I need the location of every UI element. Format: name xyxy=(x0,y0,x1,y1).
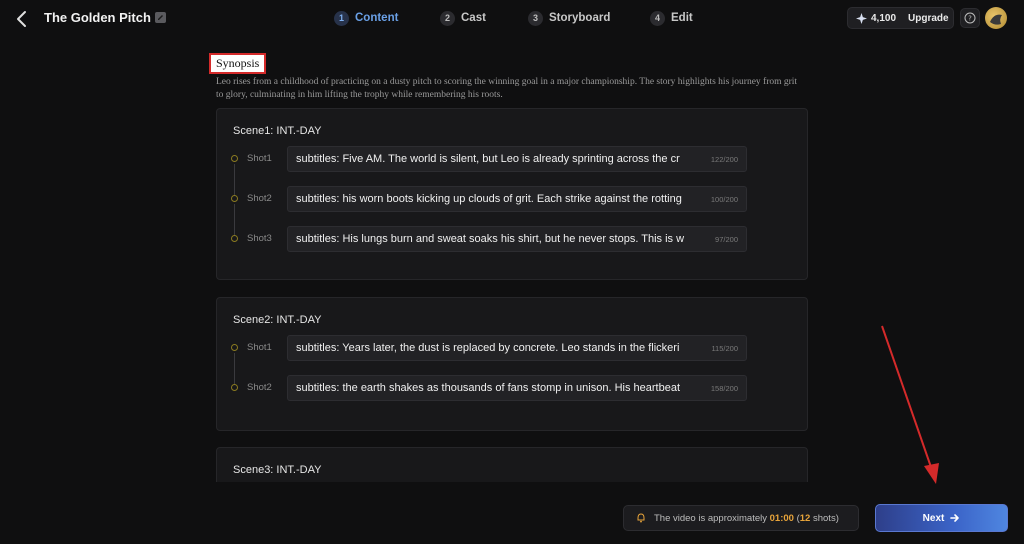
tab-cast[interactable]: 2 Cast xyxy=(440,9,486,27)
step-label: Edit xyxy=(671,12,693,24)
shot-label: Shot1 xyxy=(247,342,272,353)
subtitle-input[interactable]: subtitles: the earth shakes as thousands… xyxy=(287,375,747,401)
shot-row: Shot2 subtitles: the earth shakes as tho… xyxy=(231,375,751,401)
next-label: Next xyxy=(922,512,945,524)
arrow-right-icon xyxy=(950,514,960,522)
scene-card: Scene1: INT.-DAY Shot1 subtitles: Five A… xyxy=(216,108,808,280)
shot-row: Shot1 subtitles: Years later, the dust i… xyxy=(231,335,751,385)
tab-content[interactable]: 1 Content xyxy=(334,9,398,27)
credits-count: 4,100 xyxy=(871,12,897,24)
synopsis-text: Leo rises from a childhood of practicing… xyxy=(216,77,798,100)
duration-value: 01:00 xyxy=(769,512,794,524)
subtitle-text: subtitles: Five AM. The world is silent,… xyxy=(296,153,680,165)
info-prefix: The video is approximately xyxy=(654,512,770,524)
scene-card: Scene3: INT.-DAY xyxy=(216,447,808,482)
shots-suffix: shots) xyxy=(810,512,839,524)
avatar[interactable] xyxy=(985,7,1007,29)
synopsis-heading: Synopsis xyxy=(209,53,267,74)
shot-row: Shot2 subtitles: his worn boots kicking … xyxy=(231,186,751,236)
shot-label: Shot1 xyxy=(247,153,272,164)
subtitle-text: subtitles: Years later, the dust is repl… xyxy=(296,342,680,354)
annotation-arrow-icon xyxy=(881,325,939,484)
project-title: The Golden Pitch xyxy=(44,10,151,25)
credits-upgrade-button[interactable]: 4,100 Upgrade xyxy=(847,7,954,29)
shot-dot-icon xyxy=(231,235,238,242)
next-button[interactable]: Next xyxy=(875,504,1008,532)
shot-label: Shot2 xyxy=(247,382,272,393)
shot-label: Shot2 xyxy=(247,193,272,204)
subtitle-input[interactable]: subtitles: his worn boots kicking up clo… xyxy=(287,186,747,212)
shot-row: Shot3 subtitles: His lungs burn and swea… xyxy=(231,226,751,252)
char-count: 158/200 xyxy=(706,384,738,393)
char-count: 100/200 xyxy=(706,195,738,204)
sparkle-icon xyxy=(856,12,867,24)
scene-title: Scene1: INT.-DAY xyxy=(233,125,322,137)
char-count: 122/200 xyxy=(706,155,738,164)
top-bar: The Golden Pitch 1 Content 2 Cast 3 Stor… xyxy=(0,0,1024,38)
step-label: Storyboard xyxy=(549,12,611,24)
subtitle-input[interactable]: subtitles: His lungs burn and sweat soak… xyxy=(287,226,747,252)
subtitle-text: subtitles: his worn boots kicking up clo… xyxy=(296,193,682,205)
step-number: 3 xyxy=(528,10,543,26)
bell-icon xyxy=(637,513,645,523)
shot-label: Shot3 xyxy=(247,233,272,244)
subtitle-text: subtitles: the earth shakes as thousands… xyxy=(296,382,681,394)
shot-dot-icon xyxy=(231,195,238,202)
subtitle-input[interactable]: subtitles: Years later, the dust is repl… xyxy=(287,335,747,361)
shot-row: Shot1 subtitles: Five AM. The world is s… xyxy=(231,146,751,196)
scenes-list[interactable]: Scene1: INT.-DAY Shot1 subtitles: Five A… xyxy=(216,108,808,482)
step-label: Cast xyxy=(461,12,486,24)
edit-title-icon[interactable] xyxy=(154,11,167,24)
scene-title: Scene3: INT.-DAY xyxy=(233,464,322,476)
step-label: Content xyxy=(355,12,399,24)
char-count: 115/200 xyxy=(707,344,738,353)
step-number: 4 xyxy=(650,10,665,26)
subtitle-input[interactable]: subtitles: Five AM. The world is silent,… xyxy=(287,146,747,172)
shot-dot-icon xyxy=(231,384,238,391)
tab-storyboard[interactable]: 3 Storyboard xyxy=(528,9,610,27)
scene-card: Scene2: INT.-DAY Shot1 subtitles: Years … xyxy=(216,297,808,431)
shot-dot-icon xyxy=(231,155,238,162)
duration-info: The video is approximately 01:00 (12 sho… xyxy=(623,505,859,531)
upgrade-label: Upgrade xyxy=(908,12,949,24)
step-number: 1 xyxy=(334,10,349,26)
subtitle-text: subtitles: His lungs burn and sweat soak… xyxy=(296,233,685,245)
scene-title: Scene2: INT.-DAY xyxy=(233,314,322,326)
shots-count: 12 xyxy=(799,512,811,524)
char-count: 97/200 xyxy=(711,235,738,244)
shot-dot-icon xyxy=(231,344,238,351)
tab-edit[interactable]: 4 Edit xyxy=(650,9,693,27)
help-icon[interactable]: ? xyxy=(960,8,980,28)
svg-text:?: ? xyxy=(968,15,972,23)
back-arrow-icon[interactable] xyxy=(14,9,30,29)
step-number: 2 xyxy=(440,10,455,26)
